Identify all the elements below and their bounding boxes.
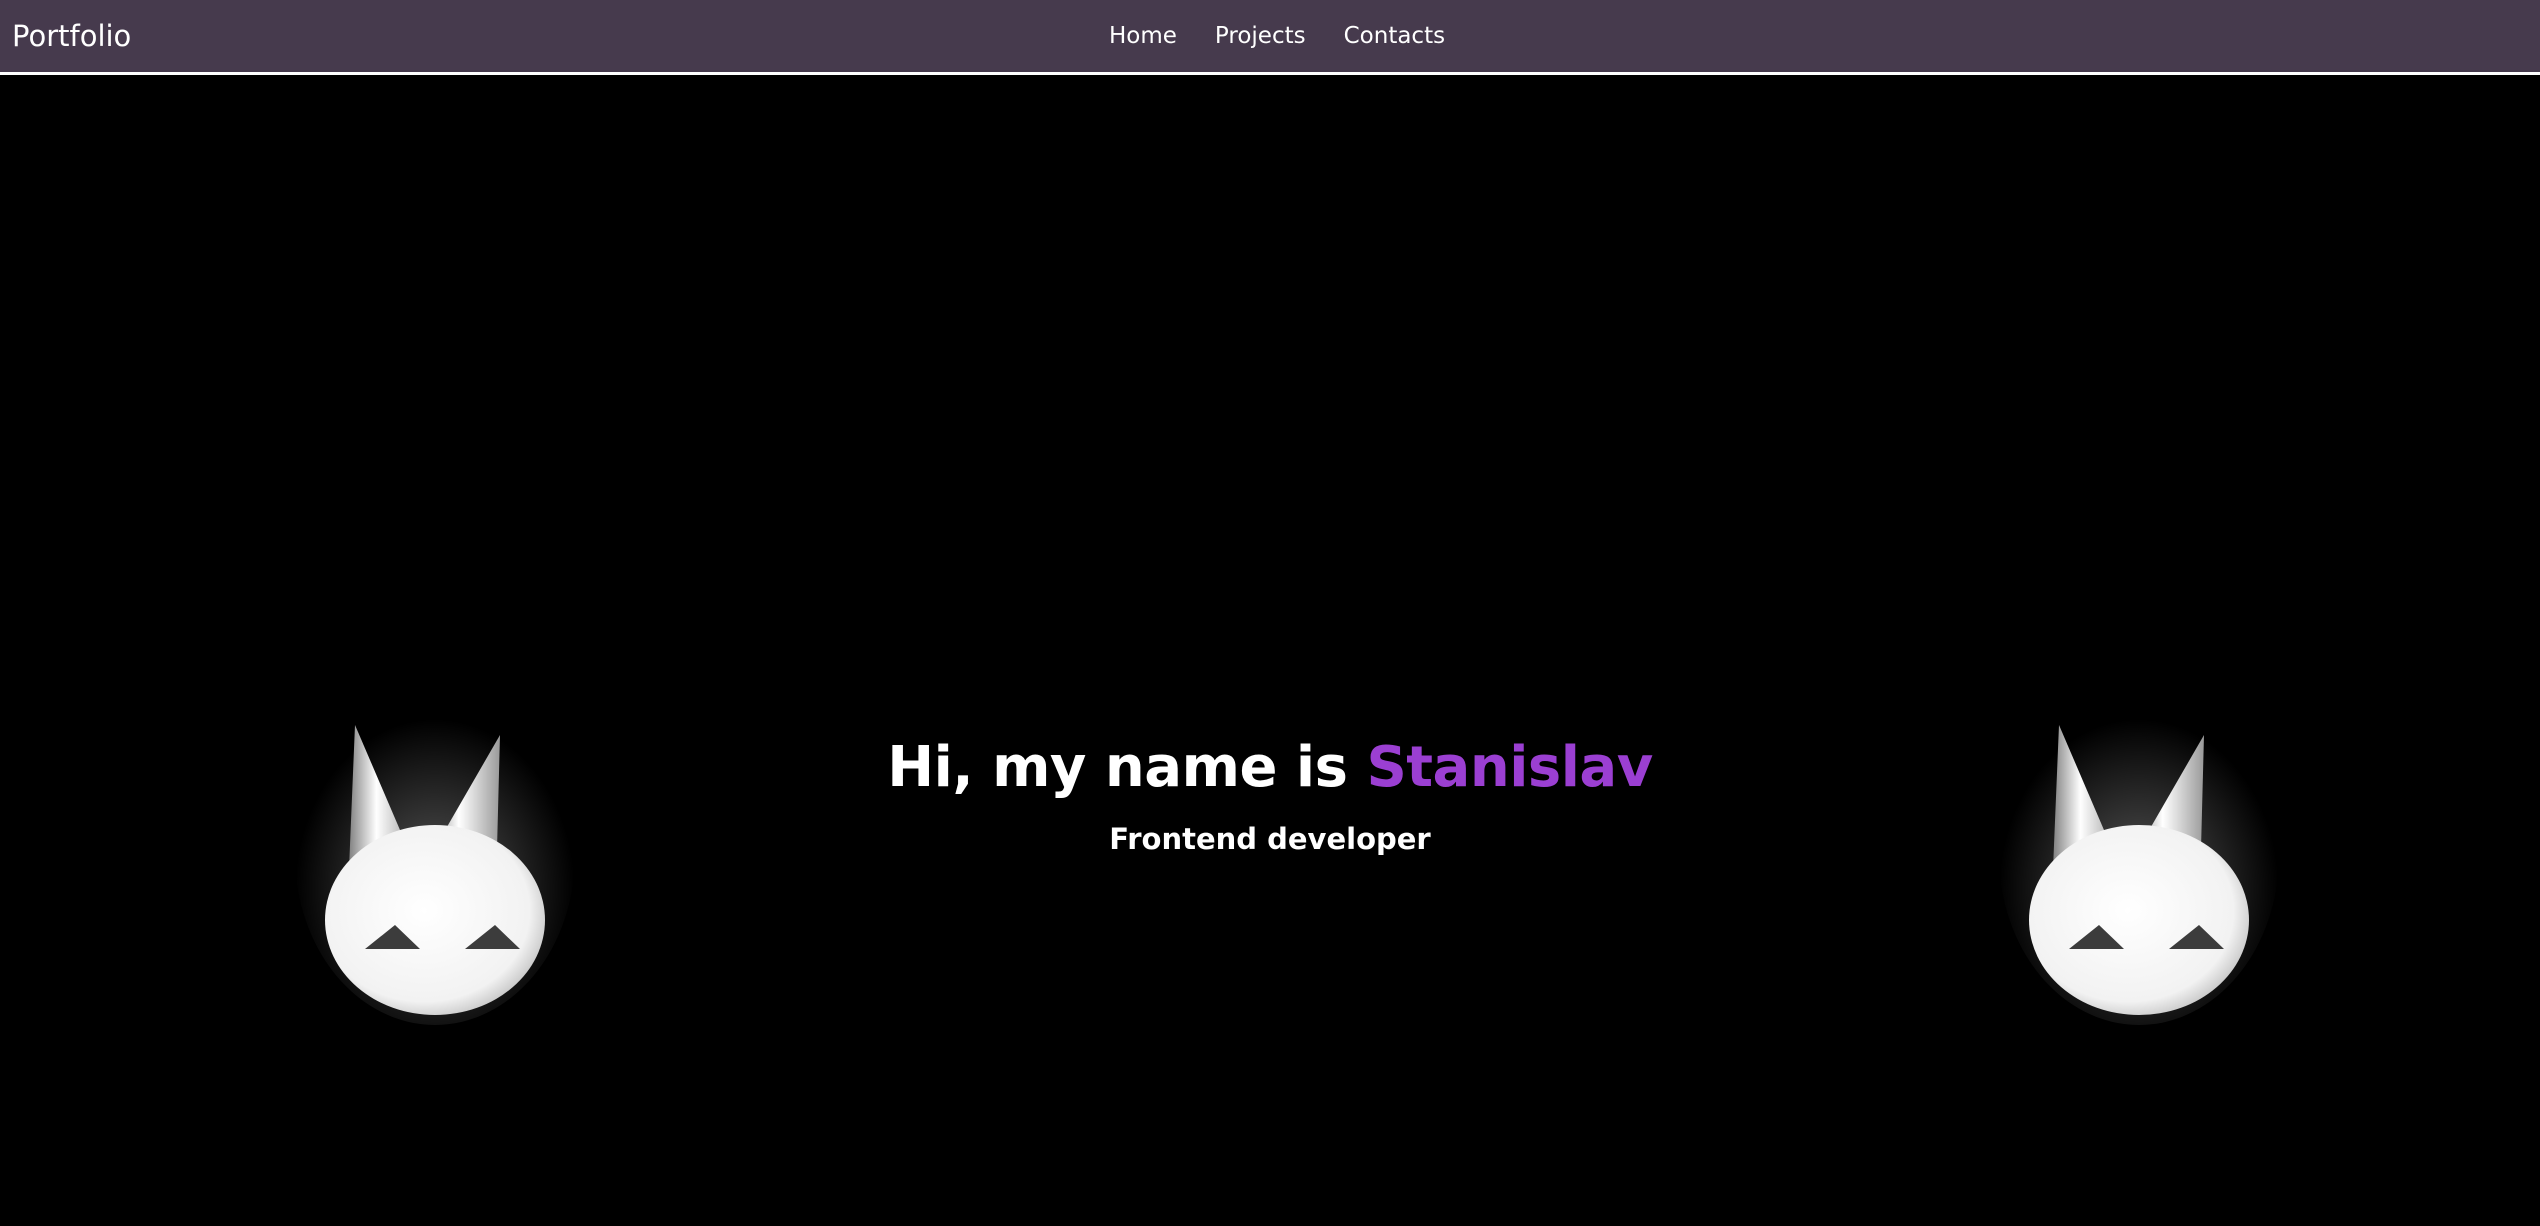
brand-logo[interactable]: Portfolio bbox=[12, 0, 131, 72]
greeting-prefix: Hi, my name is bbox=[887, 735, 1367, 800]
nav-link-home[interactable]: Home bbox=[1109, 23, 1177, 49]
nav-link-contacts[interactable]: Contacts bbox=[1344, 23, 1445, 49]
developer-name: Stanislav bbox=[1366, 735, 1653, 800]
hero-subtitle: Frontend developer bbox=[1109, 822, 1431, 856]
nav-links: Home Projects Contacts bbox=[1109, 0, 1445, 72]
nav-link-projects[interactable]: Projects bbox=[1215, 23, 1306, 49]
bunny-mascot-left bbox=[295, 685, 575, 1025]
top-navbar: Portfolio Home Projects Contacts bbox=[0, 0, 2540, 75]
hero-greeting: Hi, my name is Stanislav bbox=[0, 735, 2540, 800]
hero-section: Hi, my name is Stanislav Frontend develo… bbox=[0, 75, 2540, 1226]
bunny-mascot-right bbox=[1999, 685, 2279, 1025]
